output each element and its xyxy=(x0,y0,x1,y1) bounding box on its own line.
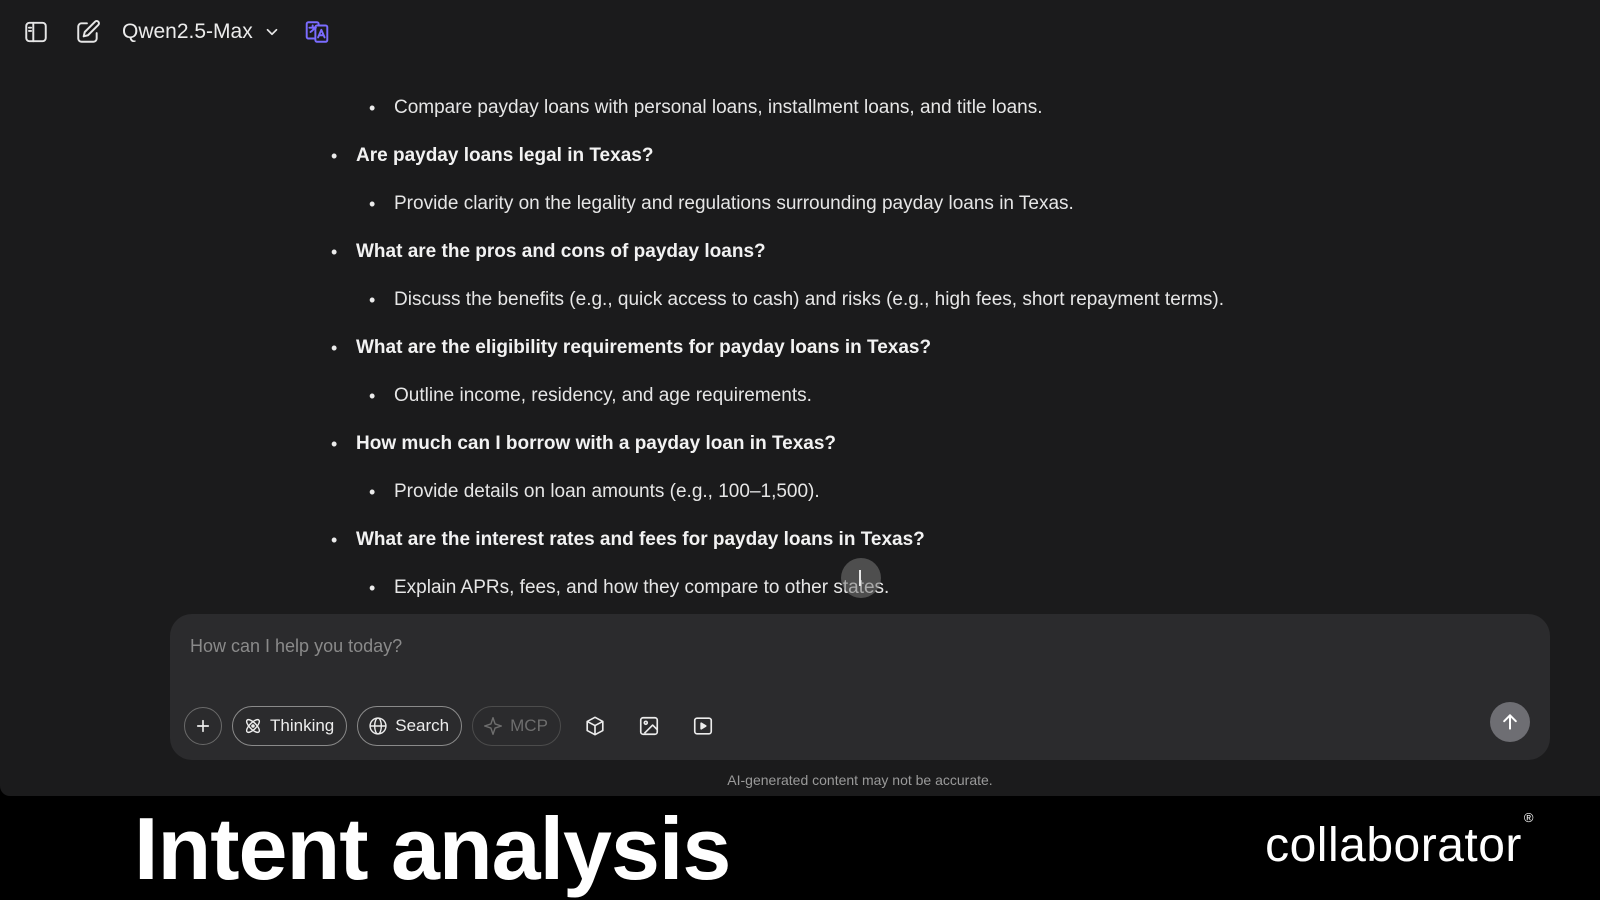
list-item: • Explain APRs, fees, and how they compar… xyxy=(369,577,890,598)
text-cursor xyxy=(859,570,861,586)
list-item: • Compare payday loans with personal loan… xyxy=(369,97,1043,118)
image-icon[interactable] xyxy=(629,706,669,746)
list-item: • Discuss the benefits (e.g., quick acces… xyxy=(369,289,1225,310)
list-item: • What are the pros and cons of payday lo… xyxy=(331,241,766,262)
model-name: Qwen2.5-Max xyxy=(122,20,253,43)
list-item: • Outline income, residency, and age requ… xyxy=(369,385,812,406)
registered-mark: ® xyxy=(1523,810,1534,825)
sparkle-icon xyxy=(484,716,503,736)
list-item: • What are the eligibility requirements f… xyxy=(331,337,932,358)
composer-toolbar: Thinking Search MCP xyxy=(184,706,723,746)
chat-app: Qwen2.5-Max • Compare payday loans with p… xyxy=(0,0,1600,796)
list-item: • Are payday loans legal in Texas? xyxy=(331,145,654,166)
translate-icon[interactable] xyxy=(301,16,333,48)
send-button[interactable] xyxy=(1490,702,1530,742)
mouse-cursor-highlight xyxy=(841,558,881,598)
video-icon[interactable] xyxy=(683,706,723,746)
sidebar-toggle-icon[interactable] xyxy=(20,16,52,48)
plus-icon xyxy=(196,719,210,733)
banner-title: Intent analysis xyxy=(134,799,731,898)
mcp-button[interactable]: MCP xyxy=(472,706,561,746)
cube-icon[interactable] xyxy=(575,706,615,746)
chat-composer: Thinking Search MCP xyxy=(170,614,1550,760)
thinking-button[interactable]: Thinking xyxy=(232,706,348,746)
caption-banner: Intent analysis collaborator® xyxy=(0,796,1600,900)
brand-logo: collaborator® xyxy=(1265,810,1534,873)
list-item: • How much can I borrow with a payday loa… xyxy=(331,433,837,454)
search-button[interactable]: Search xyxy=(357,706,463,746)
message-content: • Compare payday loans with personal loan… xyxy=(310,84,1310,612)
list-item: • Provide details on loan amounts (e.g., … xyxy=(369,481,820,502)
search-label: Search xyxy=(395,716,450,735)
disclaimer-text: AI-generated content may not be accurate… xyxy=(727,772,993,788)
mcp-label: MCP xyxy=(510,716,548,735)
globe-icon xyxy=(369,717,387,735)
brand-name: collaborator xyxy=(1265,819,1522,872)
atom-icon xyxy=(245,718,261,734)
list-item: • What are the interest rates and fees fo… xyxy=(331,529,925,550)
chat-input[interactable] xyxy=(190,636,1490,657)
add-attachment-button[interactable] xyxy=(184,707,222,745)
list-item: • Provide clarity on the legality and reg… xyxy=(369,193,1074,214)
arrow-up-icon xyxy=(1503,714,1517,730)
new-chat-icon[interactable] xyxy=(72,16,104,48)
model-selector[interactable]: Qwen2.5-Max xyxy=(122,20,281,44)
chevron-down-icon xyxy=(266,28,278,36)
thinking-label: Thinking xyxy=(270,716,335,735)
top-bar: Qwen2.5-Max xyxy=(0,0,1600,64)
